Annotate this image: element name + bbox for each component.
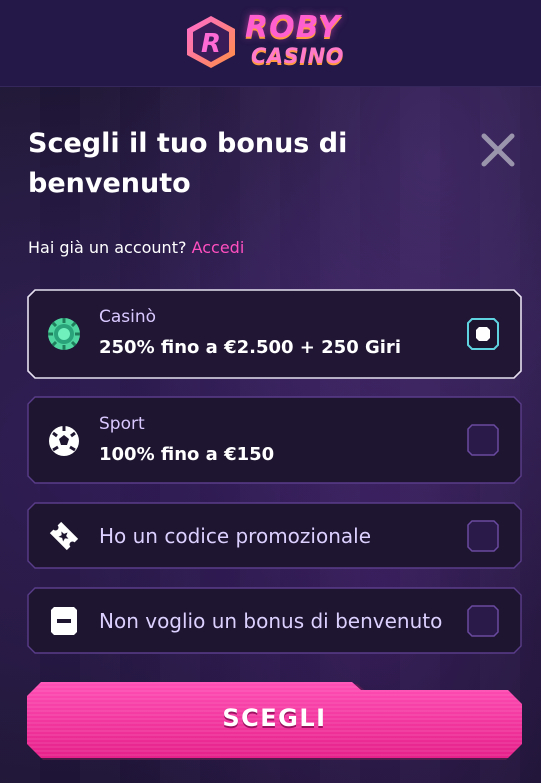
- option-value: 250% fino a €2.500 + 250 Giri: [99, 337, 401, 358]
- choose-button[interactable]: SCEGLI: [27, 682, 522, 766]
- account-prompt: Hai già un account? Accedi: [28, 238, 244, 257]
- radio-unselected[interactable]: [467, 605, 499, 637]
- option-label: Casinò: [99, 307, 157, 327]
- radio-unselected[interactable]: [467, 424, 499, 456]
- soccer-ball-icon: [49, 426, 79, 456]
- no-bonus-icon: [51, 607, 77, 635]
- brand-logo[interactable]: R ROBY CASINO: [183, 12, 363, 72]
- logo-badge-icon: R: [187, 16, 235, 68]
- casino-chip-icon: [48, 318, 80, 350]
- choose-button-label: SCEGLI: [222, 704, 327, 732]
- option-value: 100% fino a €150: [99, 444, 275, 465]
- bonus-option-promo-code[interactable]: Ho un codice promozionale: [27, 502, 522, 569]
- close-icon[interactable]: [479, 131, 517, 169]
- modal-title: Scegli il tuo bonus di benvenuto: [28, 128, 348, 199]
- radio-selected[interactable]: [467, 318, 499, 350]
- bonus-option-casino[interactable]: Casinò 250% fino a €2.500 + 250 Giri: [27, 289, 522, 379]
- option-label: Non voglio un bonus di benvenuto: [99, 609, 443, 633]
- option-frame: [27, 396, 522, 484]
- header: R ROBY CASINO: [0, 0, 541, 87]
- brand-subname: CASINO: [251, 44, 345, 68]
- bonus-option-sport[interactable]: Sport 100% fino a €150: [27, 396, 522, 484]
- background: [0, 0, 541, 783]
- brand-name: ROBY: [245, 10, 341, 45]
- option-label: Ho un codice promozionale: [99, 524, 372, 548]
- login-link[interactable]: Accedi: [192, 238, 245, 257]
- radio-unselected[interactable]: [467, 520, 499, 552]
- bonus-option-no-bonus[interactable]: Non voglio un bonus di benvenuto: [27, 587, 522, 654]
- svg-text:R: R: [201, 29, 221, 59]
- account-prompt-text: Hai già un account?: [28, 238, 187, 257]
- option-label: Sport: [99, 414, 145, 434]
- promo-ticket-icon: [49, 521, 79, 551]
- option-frame: [27, 289, 522, 379]
